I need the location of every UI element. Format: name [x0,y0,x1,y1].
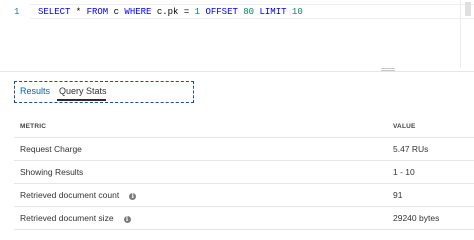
keyword-offset: OFFSET [205,7,238,17]
value-cell: 29240 bytes [393,213,440,223]
info-icon[interactable]: i [123,216,131,223]
table-row: Showing Results 1 - 10 [14,161,474,184]
code-editor[interactable]: 1 SELECT * FROM c WHERE c.pk = 1 OFFSET … [0,0,474,68]
column-header-value: VALUE [393,123,416,130]
code-token: c [108,7,125,17]
number-literal: 80 [243,7,255,17]
metric-label: Retrieved document size [20,213,114,223]
line-number: 1 [14,7,20,17]
value-cell: 1 - 10 [393,167,415,177]
value-cell: 5.47 RUs [393,144,429,154]
code-token: c.pk = [151,7,195,17]
value-cell: 91 [393,190,403,200]
keyword-where: WHERE [124,7,152,17]
keyword-from: FROM [86,7,109,17]
query-stats-table: METRIC VALUE Request Charge 5.47 RUs Sho… [14,116,474,230]
query-editor-pane: 1 SELECT * FROM c WHERE c.pk = 1 OFFSET … [0,0,474,232]
column-header-metric: METRIC [20,123,47,130]
table-row: Retrieved document count i 91 [14,184,474,207]
metric-label: Retrieved document count [20,190,120,200]
metric-cell: Request Charge [20,144,82,154]
active-tab-indicator [57,99,106,101]
metric-cell: Showing Results [20,167,83,177]
query-text[interactable]: SELECT * FROM c WHERE c.pk = 1 OFFSET 80… [38,7,303,17]
tab-results[interactable]: Results [20,86,50,96]
number-literal: 10 [291,7,303,17]
metric-label: Showing Results [20,167,84,177]
tab-query-stats[interactable]: Query Stats [59,86,107,96]
pane-splitter[interactable] [0,71,474,72]
editor-scrollbar[interactable] [460,0,474,68]
code-token: * [70,7,87,17]
results-tab-strip: Results Query Stats [14,81,194,103]
metric-cell: Retrieved document size i [20,213,131,223]
table-row: Request Charge 5.47 RUs [14,138,474,161]
metric-label: Request Charge [20,144,82,154]
keyword-select: SELECT [38,7,71,17]
editor-scroll-thumb[interactable] [465,2,471,16]
table-header: METRIC VALUE [14,116,474,138]
keyword-limit: LIMIT [259,7,287,17]
metric-cell: Retrieved document count i [20,190,137,200]
table-row: Retrieved document size i 29240 bytes [14,207,474,230]
info-icon[interactable]: i [129,193,137,200]
